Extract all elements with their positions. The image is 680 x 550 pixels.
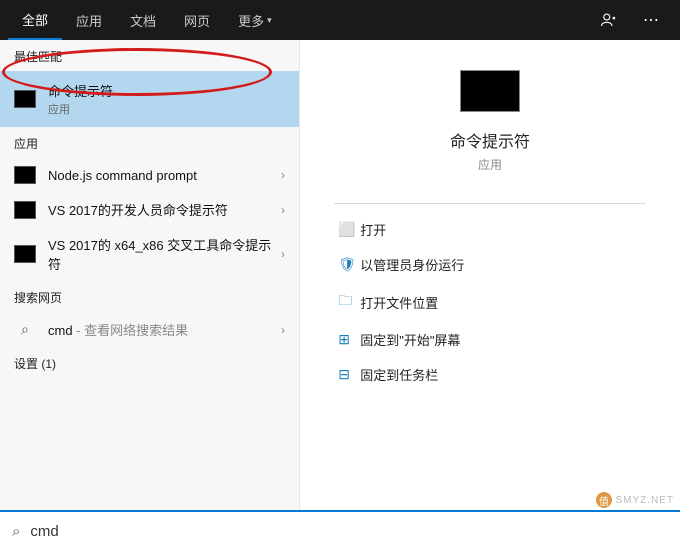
preview-subtitle: 应用	[478, 156, 502, 173]
action-open-location[interactable]: 🗀打开文件位置	[334, 282, 646, 322]
action-open[interactable]: ⬜打开	[334, 212, 646, 247]
watermark-badge: 值	[596, 492, 612, 508]
results-list: 最佳匹配 命令提示符 应用 应用 Node.js command prompt …	[0, 40, 300, 510]
section-apps: 应用	[0, 127, 299, 158]
search-icon: ⌕	[14, 321, 36, 338]
preview-actions: ⬜打开 🛡以管理员身份运行 🗀打开文件位置 ⊞固定到"开始"屏幕 ⊟固定到任务栏	[334, 212, 646, 392]
web-search-result[interactable]: ⌕ cmd - 查看网络搜索结果 ›	[0, 312, 299, 347]
pin-icon: ⊞	[338, 331, 360, 348]
cmd-icon	[14, 245, 36, 263]
divider	[334, 203, 646, 204]
chevron-right-icon: ›	[281, 203, 285, 217]
tab-web[interactable]: 网页	[170, 0, 224, 40]
preview-thumbnail	[460, 70, 520, 112]
more-options-icon[interactable]: ⋯	[630, 0, 672, 40]
cmd-icon	[14, 90, 36, 108]
best-match-item[interactable]: 命令提示符 应用	[0, 71, 299, 127]
search-input[interactable]	[30, 523, 668, 540]
folder-icon: 🗀	[338, 290, 360, 314]
chevron-right-icon: ›	[281, 247, 285, 261]
open-icon: ⬜	[338, 221, 360, 238]
chevron-right-icon: ›	[281, 323, 285, 337]
search-icon: ⌕	[12, 523, 20, 540]
section-best-match: 最佳匹配	[0, 40, 299, 71]
cmd-icon	[14, 166, 36, 184]
result-subtitle: 应用	[48, 101, 285, 117]
tab-more[interactable]: 更多▾	[224, 0, 286, 40]
action-run-admin[interactable]: 🛡以管理员身份运行	[334, 247, 646, 282]
action-pin-start[interactable]: ⊞固定到"开始"屏幕	[334, 322, 646, 357]
result-title: 命令提示符	[48, 81, 285, 100]
search-bar[interactable]: ⌕	[0, 510, 680, 550]
feedback-icon[interactable]	[588, 0, 630, 40]
app-result-vs-dev[interactable]: VS 2017的开发人员命令提示符 ›	[0, 192, 299, 227]
section-settings: 设置 (1)	[0, 347, 299, 378]
pin-icon: ⊟	[338, 366, 360, 383]
result-title: VS 2017的 x64_x86 交叉工具命令提示符	[48, 235, 281, 273]
app-result-node[interactable]: Node.js command prompt ›	[0, 158, 299, 192]
app-result-vs-cross[interactable]: VS 2017的 x64_x86 交叉工具命令提示符 ›	[0, 227, 299, 281]
preview-title: 命令提示符	[450, 128, 530, 152]
filter-tabbar: 全部 应用 文档 网页 更多▾ ⋯	[0, 0, 680, 40]
cmd-icon	[14, 201, 36, 219]
watermark-text: SMYZ.NET	[615, 495, 674, 506]
result-title: cmd - 查看网络搜索结果	[48, 320, 281, 339]
tab-documents[interactable]: 文档	[116, 0, 170, 40]
chevron-down-icon: ▾	[267, 15, 272, 26]
tab-apps[interactable]: 应用	[62, 0, 116, 40]
chevron-right-icon: ›	[281, 168, 285, 182]
shield-icon: 🛡	[338, 256, 360, 273]
preview-pane: 命令提示符 应用 ⬜打开 🛡以管理员身份运行 🗀打开文件位置 ⊞固定到"开始"屏…	[300, 40, 680, 510]
tab-all[interactable]: 全部	[8, 0, 62, 40]
result-title: VS 2017的开发人员命令提示符	[48, 200, 281, 219]
results-area: 最佳匹配 命令提示符 应用 应用 Node.js command prompt …	[0, 40, 680, 510]
result-title: Node.js command prompt	[48, 168, 281, 183]
section-web: 搜索网页	[0, 281, 299, 312]
action-pin-taskbar[interactable]: ⊟固定到任务栏	[334, 357, 646, 392]
